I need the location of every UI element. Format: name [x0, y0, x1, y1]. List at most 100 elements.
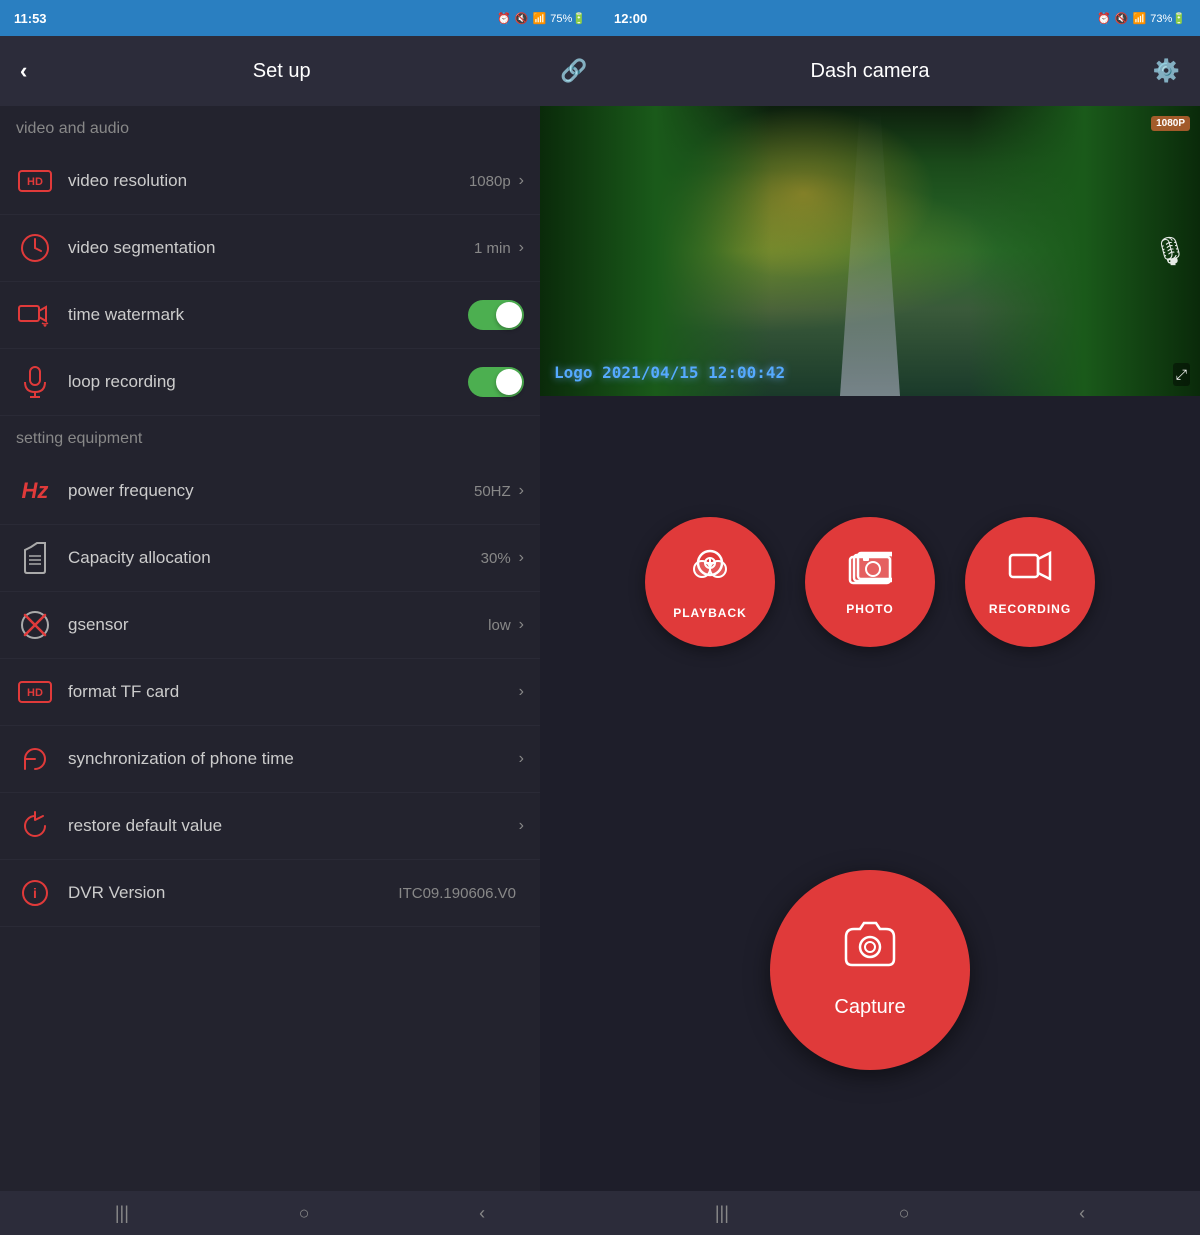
restore-default-label: restore default value [68, 816, 519, 836]
video-segmentation-value: 1 min [474, 240, 511, 257]
hd-format-icon: HD [16, 673, 54, 711]
mic-overlay-icon: 🎙 [1152, 235, 1188, 268]
right-status-icons: ⏰ 🔇 📶 73%🔋 [1097, 12, 1186, 25]
playback-button[interactable]: PLAYBACK [645, 517, 775, 647]
setting-video-segmentation[interactable]: video segmentation 1 min › [0, 215, 540, 282]
mute-icon: 🔇 [515, 12, 529, 25]
settings-icon[interactable]: ⚙️ [1153, 58, 1180, 84]
setting-time-watermark[interactable]: time watermark [0, 282, 540, 349]
photo-button[interactable]: PHOTO [805, 517, 935, 647]
mic-icon [16, 363, 54, 401]
recent-apps-button[interactable]: ||| [101, 1197, 143, 1230]
capture-button[interactable]: Capture [770, 870, 970, 1070]
sync-time-label: synchronization of phone time [68, 749, 519, 769]
left-panel-header: ‹ Set up [0, 36, 540, 106]
camera-controls: PLAYBACK PHOTO [540, 396, 1200, 1191]
home-button[interactable]: ○ [285, 1197, 324, 1230]
back-nav-button[interactable]: ‹ [465, 1197, 499, 1230]
right-panel: 🔗 Dash camera ⚙️ 1080P Logo 2021/04/15 1… [540, 36, 1200, 1191]
capture-icon [840, 921, 900, 984]
power-frequency-label: power frequency [68, 481, 474, 501]
chevron-icon-5: › [519, 616, 524, 634]
left-time: 11:53 [14, 11, 47, 26]
wifi-icon-r: 📶 [1133, 12, 1147, 25]
battery-right: 73%🔋 [1150, 12, 1186, 25]
recording-button[interactable]: RECORDING [965, 517, 1095, 647]
setting-gsensor[interactable]: gsensor low › [0, 592, 540, 659]
section-setting-equipment: setting equipment [0, 416, 540, 458]
setting-restore-default[interactable]: restore default value › [0, 793, 540, 860]
right-bottom-bar: ||| ○ ‹ [600, 1191, 1200, 1235]
right-status-bar: 12:00 ⏰ 🔇 📶 73%🔋 [600, 0, 1200, 36]
setting-dvr-version: i DVR Version ITC09.190606.V0 [0, 860, 540, 927]
time-watermark-label: time watermark [68, 305, 468, 325]
setting-loop-recording[interactable]: loop recording [0, 349, 540, 416]
camera-view: 1080P Logo 2021/04/15 12:00:42 ⤢ 🎙 [540, 106, 1200, 396]
loop-recording-toggle[interactable] [468, 367, 524, 397]
capture-label: Capture [834, 996, 905, 1019]
chevron-icon-2: › [519, 239, 524, 257]
chevron-icon-6: › [519, 683, 524, 701]
resolution-badge: 1080P [1151, 116, 1190, 131]
loop-recording-label: loop recording [68, 372, 468, 392]
recording-icon [1008, 549, 1052, 594]
status-bars: 11:53 ⏰ 🔇 📶 75%🔋 12:00 ⏰ 🔇 📶 73%🔋 [0, 0, 1200, 36]
right-time: 12:00 [614, 11, 647, 26]
sync-icon [16, 740, 54, 778]
camera-title: Dash camera [811, 60, 930, 83]
top-control-row: PLAYBACK PHOTO [645, 517, 1095, 647]
back-nav-button-r[interactable]: ‹ [1065, 1197, 1099, 1230]
info-icon: i [16, 874, 54, 912]
bottom-bars: ||| ○ ‹ ||| ○ ‹ [0, 1191, 1200, 1235]
link-icon[interactable]: 🔗 [560, 58, 587, 84]
video-resolution-label: video resolution [68, 171, 469, 191]
photo-label: PHOTO [846, 602, 893, 616]
time-watermark-toggle[interactable] [468, 300, 524, 330]
restore-icon [16, 807, 54, 845]
sd-card-icon [16, 539, 54, 577]
svg-text:i: i [33, 885, 37, 901]
power-frequency-value: 50HZ [474, 483, 511, 500]
setting-sync-time[interactable]: synchronization of phone time › [0, 726, 540, 793]
settings-list: video and audio HD video resolution 1080… [0, 106, 540, 1191]
alarm-icon: ⏰ [497, 12, 511, 25]
hz-icon: Hz [16, 472, 54, 510]
main-content: ‹ Set up video and audio HD video resolu… [0, 36, 1200, 1191]
camera-wave-icon [16, 296, 54, 334]
setting-capacity-allocation[interactable]: Capacity allocation 30% › [0, 525, 540, 592]
video-segmentation-label: video segmentation [68, 238, 474, 258]
gsensor-icon [16, 606, 54, 644]
gsensor-label: gsensor [68, 615, 488, 635]
gsensor-value: low [488, 617, 511, 634]
expand-icon[interactable]: ⤢ [1173, 363, 1190, 386]
svg-text:HD: HD [27, 176, 43, 188]
left-panel: ‹ Set up video and audio HD video resolu… [0, 36, 540, 1191]
section-video-audio: video and audio [0, 106, 540, 148]
left-status-bar: 11:53 ⏰ 🔇 📶 75%🔋 [0, 0, 600, 36]
dvr-version-value: ITC09.190606.V0 [398, 885, 516, 902]
setting-format-tf[interactable]: HD format TF card › [0, 659, 540, 726]
svg-text:HD: HD [27, 687, 43, 699]
chevron-icon-3: › [519, 482, 524, 500]
photo-icon [848, 549, 892, 594]
capacity-allocation-value: 30% [481, 550, 511, 567]
battery-left: 75%🔋 [550, 12, 586, 25]
video-resolution-value: 1080p [469, 173, 511, 190]
setting-video-resolution[interactable]: HD video resolution 1080p › [0, 148, 540, 215]
recent-apps-button-r[interactable]: ||| [701, 1197, 743, 1230]
hd-icon: HD [16, 162, 54, 200]
back-button[interactable]: ‹ [20, 58, 27, 84]
mute-icon-r: 🔇 [1115, 12, 1129, 25]
setting-power-frequency[interactable]: Hz power frequency 50HZ › [0, 458, 540, 525]
recording-label: RECORDING [989, 602, 1071, 616]
clock-icon [16, 229, 54, 267]
wifi-icon: 📶 [533, 12, 547, 25]
camera-header: 🔗 Dash camera ⚙️ [540, 36, 1200, 106]
capacity-allocation-label: Capacity allocation [68, 548, 481, 568]
chevron-icon: › [519, 172, 524, 190]
playback-icon [688, 545, 732, 598]
home-button-r[interactable]: ○ [885, 1197, 924, 1230]
left-status-icons: ⏰ 🔇 📶 75%🔋 [497, 12, 586, 25]
left-bottom-bar: ||| ○ ‹ [0, 1191, 600, 1235]
format-tf-label: format TF card [68, 682, 519, 702]
